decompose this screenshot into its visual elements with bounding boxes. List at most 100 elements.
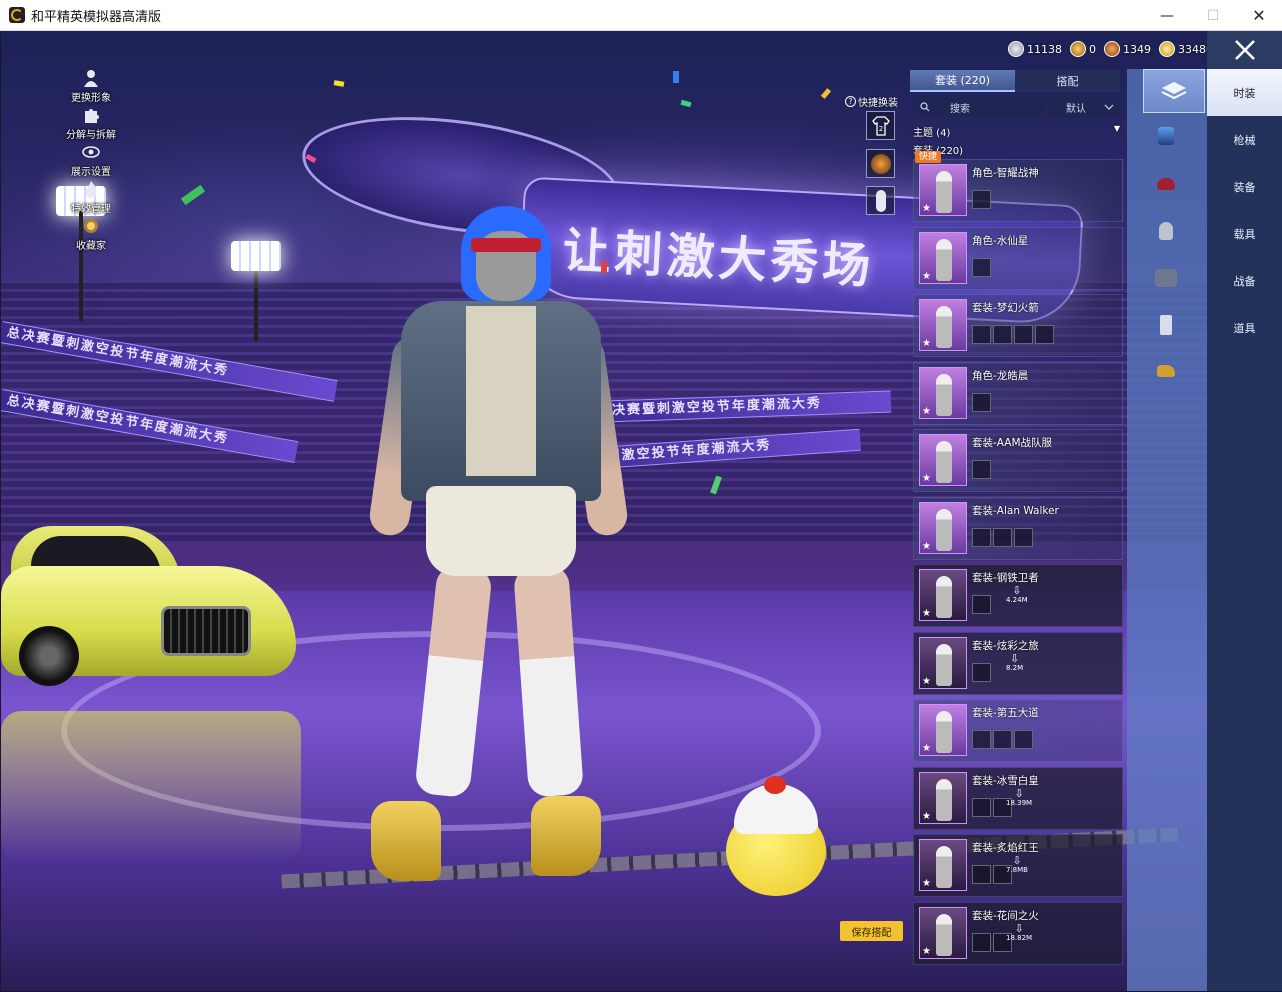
outfit-item[interactable]: ★ 套装-炙焰红王 ⇩ 7.8MB — [913, 834, 1123, 897]
currency-token[interactable]: 0 — [1070, 41, 1096, 57]
outfit-item[interactable]: ★ 套装-冰雪白皇 ⇩ 18.39M — [913, 766, 1123, 830]
gear-jacket-icon[interactable] — [1147, 264, 1185, 292]
outfit-part-icon[interactable] — [1014, 325, 1033, 344]
outfit-item[interactable]: ★ 套装-钢铁卫者 ⇩ 4.24M — [913, 564, 1123, 627]
outfit-list[interactable]: 快捷 ★ 角色-智耀战神 ★ 角色-水仙星 ★ 套装-梦幻火箭 ★ 角色-龙皓晨 ★ 套装-AAM战… — [913, 151, 1123, 969]
minimize-button[interactable]: — — [1144, 0, 1190, 31]
outfit-item[interactable]: ★ 套装-第五大道 — [913, 699, 1123, 762]
search-input[interactable]: 搜索 — [914, 97, 1044, 117]
favorite-star-icon[interactable]: ★ — [922, 473, 931, 484]
category-vehicles[interactable]: 载具 — [1207, 210, 1282, 257]
effects-manage-button[interactable]: 特效管理 — [55, 179, 127, 216]
outfit-part-icon[interactable] — [993, 527, 1012, 547]
category-battle-prep[interactable]: 战备 — [1207, 257, 1282, 304]
outfit-name: 套装-第五大道 — [972, 707, 1039, 719]
quick-slot-3[interactable] — [866, 186, 895, 215]
favorite-star-icon[interactable]: ★ — [922, 676, 931, 687]
currency-gold[interactable]: 33480 — [1159, 41, 1213, 57]
favorite-star-icon[interactable]: ★ — [922, 811, 931, 822]
outfit-item[interactable]: ★ 套装-梦幻火箭 — [913, 294, 1123, 357]
outfit-part-icon[interactable] — [972, 662, 991, 682]
change-appearance-button[interactable]: 更换形象 — [55, 68, 127, 105]
vehicle-helmet-icon[interactable] — [1147, 217, 1185, 245]
quick-slot-2[interactable] — [866, 149, 895, 178]
display-settings-button[interactable]: 展示设置 — [55, 142, 127, 179]
person-icon — [81, 68, 101, 88]
vehicle-car — [1, 526, 301, 696]
equipment-hat-icon[interactable] — [1147, 170, 1185, 198]
car-wheel — [19, 626, 79, 686]
outfit-part-icon[interactable] — [972, 595, 991, 614]
outfit-figure-icon — [936, 778, 952, 821]
quick-slot-1[interactable]: 2 — [866, 111, 895, 140]
maximize-button[interactable]: ☐ — [1190, 0, 1236, 31]
light-pole — [254, 261, 258, 341]
category-equipment[interactable]: 装备 — [1207, 163, 1282, 210]
outfit-part-icon[interactable] — [972, 460, 991, 479]
outfit-figure-icon — [936, 643, 952, 686]
favorite-star-icon[interactable]: ★ — [922, 541, 931, 552]
outfit-item[interactable]: ★ 套装-炫彩之旅 ⇩ 8.2M — [913, 631, 1123, 695]
theme-dropdown[interactable]: 主题 (4) ▼ — [913, 124, 1120, 139]
outfit-item[interactable]: ★ 套装-Alan Walker — [913, 496, 1123, 560]
outfit-part-icon[interactable] — [972, 797, 991, 817]
item-shoes-icon[interactable] — [1147, 357, 1185, 385]
player-character[interactable] — [367, 206, 630, 896]
category-fashion[interactable]: 时装 — [1207, 69, 1282, 116]
favorite-star-icon[interactable]: ★ — [922, 203, 931, 214]
outfit-part-icon[interactable] — [993, 730, 1012, 749]
outfit-item[interactable]: 快捷 ★ 角色-智耀战神 — [913, 151, 1123, 222]
quick-change-label[interactable]: ? 快捷换装 — [845, 94, 898, 109]
flame-icon — [81, 179, 101, 199]
close-wardrobe-button[interactable] — [1207, 31, 1282, 69]
outfit-part-icon[interactable] — [972, 932, 991, 952]
sort-dropdown[interactable]: 默认 — [1048, 97, 1120, 117]
favorite-star-icon[interactable]: ★ — [922, 271, 931, 282]
outfit-item[interactable]: ★ 套装-花间之火 ⇩ 18.82M — [913, 901, 1123, 965]
favorite-star-icon[interactable]: ★ — [922, 406, 931, 417]
help-icon[interactable]: ? — [845, 96, 856, 107]
outfit-part-icon[interactable] — [972, 527, 991, 547]
close-window-button[interactable]: ✕ — [1236, 0, 1282, 31]
outfit-item[interactable]: ★ 角色-水仙星 — [913, 226, 1123, 290]
item-pants-icon[interactable] — [1147, 311, 1185, 339]
decompose-button[interactable]: 分解与拆解 — [55, 105, 127, 142]
download-size: 18.39M — [1006, 798, 1033, 807]
outfit-item[interactable]: ★ 角色-龙皓晨 — [913, 361, 1123, 425]
category-props[interactable]: 道具 — [1207, 304, 1282, 351]
favorite-star-icon[interactable]: ★ — [922, 946, 931, 957]
outfit-part-icon[interactable] — [972, 392, 991, 412]
download-icon: ⇩ — [1009, 651, 1020, 665]
category-guns[interactable]: 枪械 — [1207, 116, 1282, 163]
download-button[interactable]: ⇩ 4.24M — [1006, 585, 1028, 604]
outfit-part-icon[interactable] — [972, 325, 991, 344]
window-title: 和平精英模拟器高清版 — [31, 9, 162, 25]
favorite-star-icon[interactable]: ★ — [922, 338, 931, 349]
save-outfit-button[interactable]: 保存搭配 — [840, 921, 903, 941]
tab-suits[interactable]: 套装 (220) — [910, 70, 1015, 92]
favorite-star-icon[interactable]: ★ — [922, 743, 931, 754]
download-button[interactable]: ⇩ 18.39M — [1006, 788, 1032, 807]
tab-matching[interactable]: 搭配 — [1015, 70, 1120, 92]
outfit-part-icon[interactable] — [1014, 527, 1033, 547]
collector-button[interactable]: 收藏家 — [55, 216, 127, 253]
outfit-part-icon[interactable] — [993, 325, 1012, 344]
outfit-part-icon[interactable] — [1014, 730, 1033, 749]
outfit-item[interactable]: ★ 套装-AAM战队服 — [913, 429, 1123, 492]
download-button[interactable]: ⇩ 7.8MB — [1006, 855, 1028, 874]
pet-chick[interactable] — [726, 776, 826, 901]
outfit-part-icon[interactable] — [972, 865, 991, 884]
weapon-skin-icon[interactable] — [1147, 122, 1185, 150]
fashion-category-icon[interactable] — [1143, 69, 1205, 113]
download-size: 7.8MB — [1006, 866, 1028, 874]
currency-bronze[interactable]: 1349 — [1104, 41, 1151, 57]
outfit-part-icon[interactable] — [972, 730, 991, 749]
currency-silver[interactable]: 11138 — [1008, 41, 1062, 57]
favorite-star-icon[interactable]: ★ — [922, 608, 931, 619]
outfit-part-icon[interactable] — [972, 257, 991, 277]
outfit-part-icon[interactable] — [972, 190, 991, 209]
download-button[interactable]: ⇩ 18.82M — [1006, 923, 1032, 942]
favorite-star-icon[interactable]: ★ — [922, 878, 931, 889]
download-button[interactable]: ⇩ 8.2M — [1006, 653, 1023, 672]
outfit-part-icon[interactable] — [1035, 325, 1054, 344]
